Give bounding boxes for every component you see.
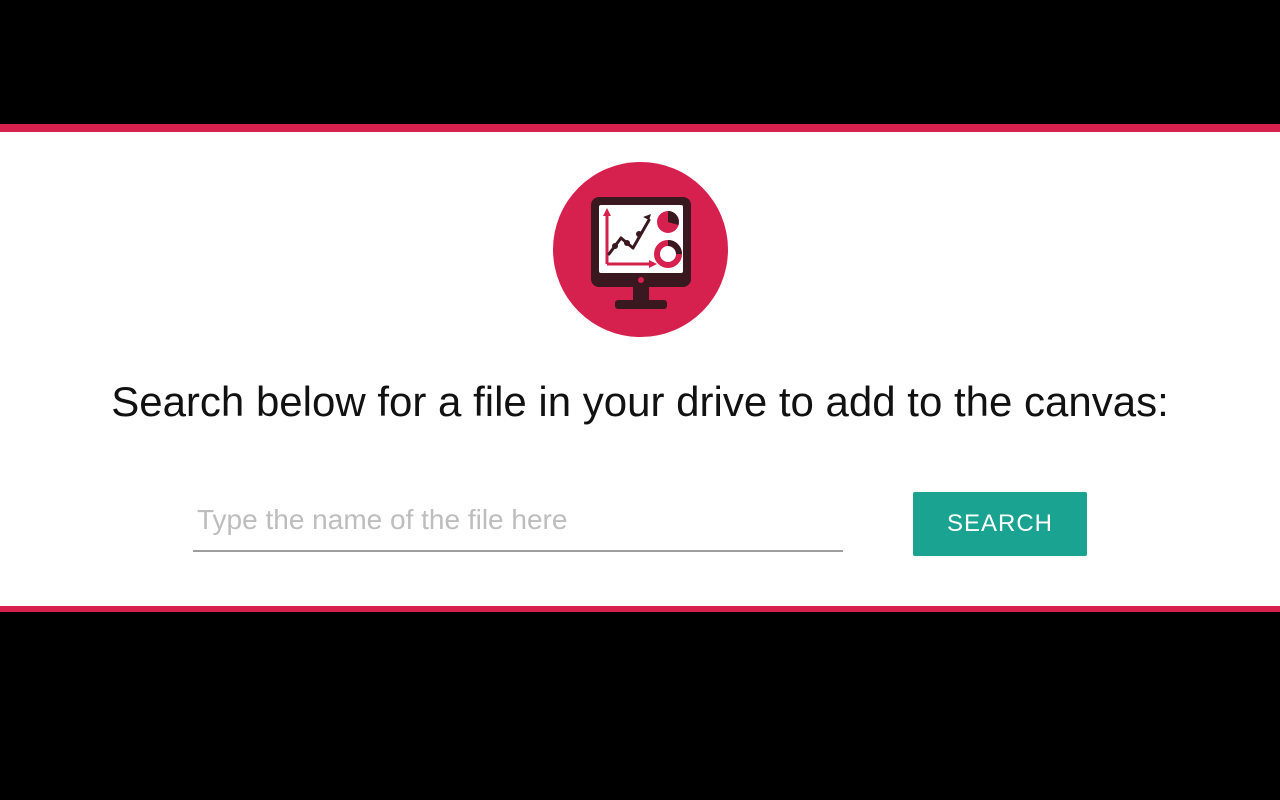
search-heading: Search below for a file in your drive to… (30, 377, 1250, 427)
file-search-input[interactable] (193, 496, 843, 552)
search-button[interactable]: SEARCH (913, 492, 1087, 556)
search-panel: Search below for a file in your drive to… (0, 124, 1280, 612)
monitor-analytics-icon (553, 162, 728, 342)
search-row: SEARCH (0, 492, 1280, 556)
panel-icon-container (0, 162, 1280, 342)
